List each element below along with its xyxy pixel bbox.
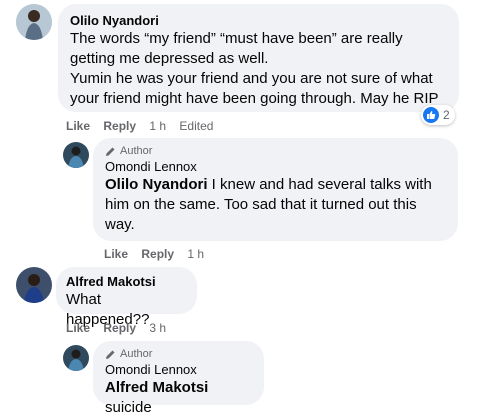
comment-text: Alfred Makotsi suicide [105, 379, 209, 416]
comment-author-name[interactable]: Alfred Makotsi [66, 273, 187, 290]
comment-actions: Like Reply 1 h Edited [66, 118, 223, 134]
avatar-omondi[interactable] [63, 142, 89, 168]
like-button[interactable]: Like [66, 119, 90, 133]
author-badge: Author [105, 144, 446, 158]
comment-text: Olilo Nyandori I knew and had several ta… [105, 176, 432, 233]
edited-label[interactable]: Edited [179, 119, 213, 133]
timestamp[interactable]: 1 h [149, 119, 166, 133]
like-button[interactable]: Like [66, 321, 90, 335]
comment-text: The words “my friend” “must have been” a… [70, 30, 439, 107]
comment-bubble-alfred: Alfred Makotsi What happened?? [56, 267, 197, 328]
avatar-omondi[interactable] [63, 345, 89, 371]
like-icon [423, 107, 439, 123]
comment-bubble-olilo: Olilo Nyandori The words “my friend” “mu… [58, 4, 459, 112]
avatar-alfred[interactable] [16, 267, 52, 303]
mention-link[interactable]: Alfred Makotsi [105, 379, 208, 396]
mention-link[interactable]: Olilo Nyandori [105, 176, 208, 193]
like-button[interactable]: Like [104, 247, 128, 261]
reply-button[interactable]: Reply [141, 247, 174, 261]
pencil-icon [106, 147, 115, 156]
comment-author-name[interactable]: Olilo Nyandori [70, 12, 447, 29]
avatar-olilo[interactable] [16, 4, 52, 40]
reply-button[interactable]: Reply [103, 119, 136, 133]
comment-author-name[interactable]: Omondi Lennox [105, 361, 252, 378]
timestamp[interactable]: 1 h [187, 247, 204, 261]
reaction-count[interactable]: 2 [421, 105, 455, 125]
comment-actions: Like Reply 1 h [104, 246, 214, 262]
reply-bubble-omondi: Author Omondi Lennox Olilo Nyandori I kn… [93, 138, 458, 241]
timestamp[interactable]: 3 h [149, 321, 166, 335]
reaction-count-label: 2 [443, 108, 450, 122]
comment-author-name[interactable]: Omondi Lennox [105, 158, 446, 175]
author-badge: Author [105, 347, 252, 361]
reply-button[interactable]: Reply [103, 321, 136, 335]
pencil-icon [106, 350, 115, 359]
comment-actions: Like Reply 3 h [66, 320, 176, 336]
reply-bubble-omondi: Author Omondi Lennox Alfred Makotsi suic… [93, 341, 264, 416]
